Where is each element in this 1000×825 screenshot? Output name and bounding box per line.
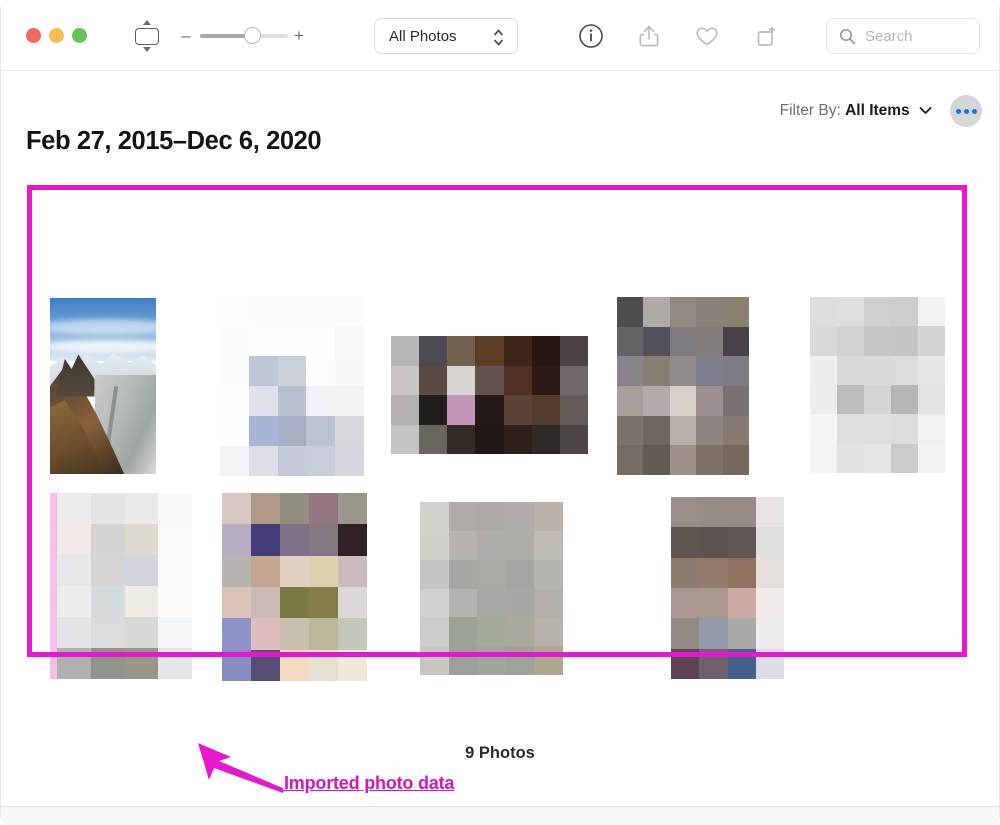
zoom-slider-track[interactable] bbox=[200, 27, 288, 44]
chevron-down-icon bbox=[919, 102, 932, 119]
window-toolbar: – + All Photos bbox=[0, 0, 1000, 71]
annotation-label: Imported photo data bbox=[284, 773, 455, 793]
close-window-button[interactable] bbox=[26, 28, 41, 43]
annotation-highlight-box bbox=[27, 185, 967, 657]
traffic-lights bbox=[26, 28, 87, 43]
chevron-down-glyph bbox=[143, 47, 151, 52]
library-content-area: Filter By: All Items Feb 27, 2015–Dec 6,… bbox=[0, 71, 1000, 806]
callout-arrow-svg bbox=[198, 743, 285, 793]
filter-by-prefix: Filter By: bbox=[779, 102, 841, 119]
zoom-slider-group[interactable]: – + bbox=[180, 24, 310, 48]
zoom-in-button[interactable]: + bbox=[293, 24, 305, 48]
search-icon bbox=[839, 28, 856, 50]
updown-chevrons-svg bbox=[493, 29, 504, 46]
share-icon[interactable] bbox=[635, 22, 663, 50]
chevron-down-svg bbox=[919, 107, 932, 114]
stepper-chevrons-icon bbox=[493, 28, 504, 47]
info-icon-svg bbox=[579, 24, 603, 48]
search-icon-svg bbox=[839, 28, 856, 45]
filter-row: Filter By: All Items bbox=[780, 95, 982, 127]
window-status-bar bbox=[0, 806, 1000, 825]
callout-arrow bbox=[195, 739, 290, 799]
album-select-value: All Photos bbox=[389, 28, 457, 45]
filter-by-value: All Items bbox=[845, 102, 910, 119]
zoom-out-button[interactable]: – bbox=[180, 24, 192, 48]
page-title: Feb 27, 2015–Dec 6, 2020 bbox=[26, 127, 322, 155]
photos-app-window: – + All Photos Search Filter By: All Ite… bbox=[0, 0, 1000, 825]
minimize-window-button[interactable] bbox=[49, 28, 64, 43]
window-edge-left bbox=[0, 0, 1, 825]
view-options-icon[interactable] bbox=[133, 18, 161, 54]
more-dot bbox=[955, 108, 961, 114]
rotate-icon[interactable] bbox=[752, 22, 780, 50]
chevron-up-glyph bbox=[143, 20, 151, 25]
maximize-window-button[interactable] bbox=[72, 28, 87, 43]
photo-count-label: 9 Photos bbox=[465, 744, 535, 762]
search-field[interactable] bbox=[826, 18, 980, 54]
zoom-slider-handle[interactable] bbox=[244, 27, 261, 44]
more-options-button[interactable] bbox=[950, 95, 982, 127]
more-dot bbox=[971, 108, 977, 114]
info-icon[interactable] bbox=[577, 22, 605, 50]
favorite-heart-icon[interactable] bbox=[693, 22, 721, 50]
heart-icon-svg bbox=[696, 27, 718, 46]
view-options-box bbox=[135, 28, 159, 45]
share-icon-svg bbox=[639, 25, 659, 47]
rotate-icon-svg bbox=[757, 26, 776, 46]
album-select[interactable]: All Photos bbox=[374, 18, 518, 54]
search-input[interactable] bbox=[863, 19, 975, 53]
more-dot bbox=[963, 108, 969, 114]
filter-by-control[interactable]: Filter By: All Items bbox=[780, 102, 932, 120]
